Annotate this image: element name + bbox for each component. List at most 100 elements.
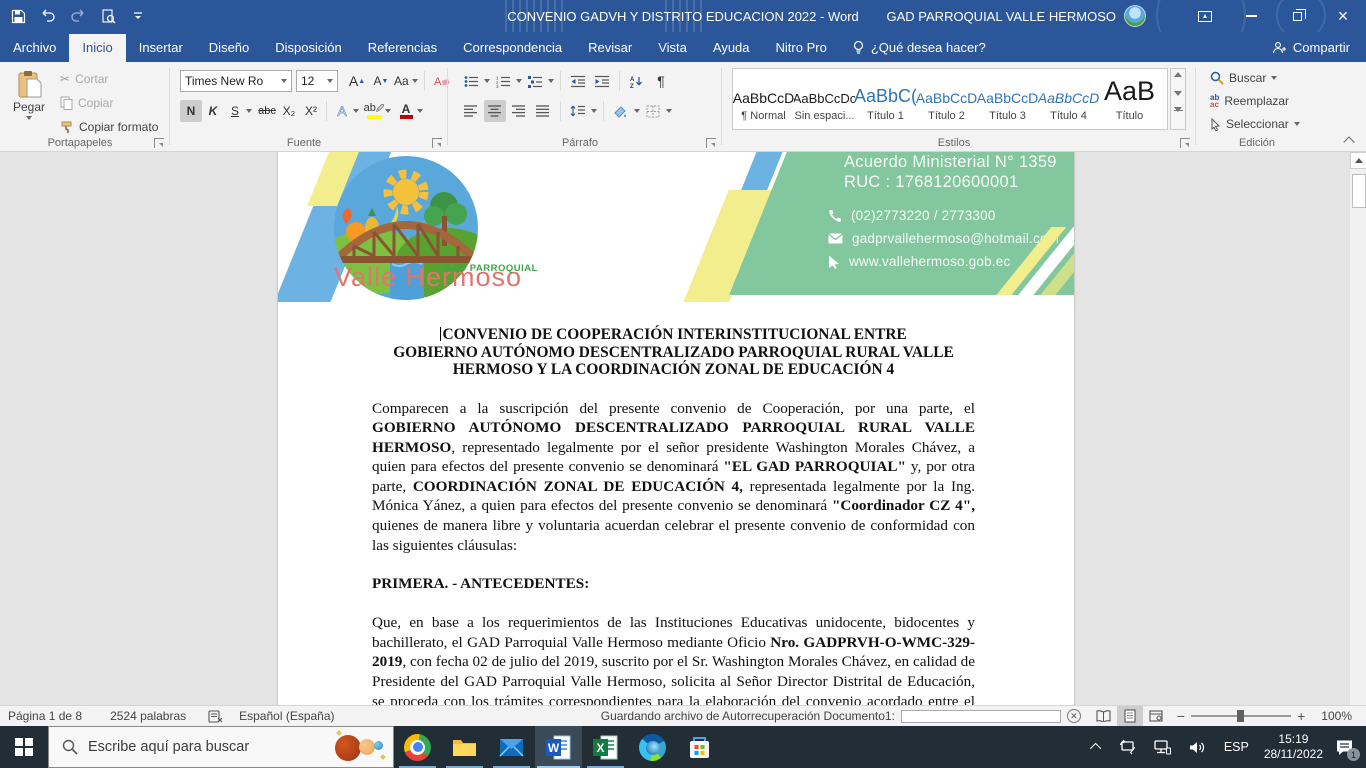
align-left-icon[interactable] [460,100,482,122]
style-titulo-1[interactable]: AaBbC( Título 1 [855,69,916,129]
print-layout-icon[interactable] [1117,706,1143,726]
line-spacing-options-icon[interactable] [591,109,597,113]
paste-button[interactable]: Pegar [8,68,50,134]
justify-icon[interactable] [532,100,554,122]
restore-icon[interactable] [1274,0,1320,32]
tab-insertar[interactable]: Insertar [126,34,196,62]
bullets-icon[interactable] [460,70,482,92]
taskbar-word[interactable]: W [535,726,582,768]
tab-ayuda[interactable]: Ayuda [700,34,763,62]
tab-disposicion[interactable]: Disposición [262,34,354,62]
tab-revisar[interactable]: Revisar [575,34,645,62]
page-indicator[interactable]: Página 1 de 8 [0,709,90,723]
font-name-combo[interactable]: Times New Ro [180,70,292,92]
style-titulo-2[interactable]: AaBbCcD Título 2 [916,69,977,129]
tray-network-icon[interactable] [1145,726,1180,768]
share-button[interactable]: Compartir [1256,34,1366,62]
clipboard-dialog-launcher-icon[interactable] [154,138,164,148]
borders-options-icon[interactable] [666,109,672,113]
collapse-ribbon-icon[interactable] [1344,135,1354,145]
underline-button[interactable]: S [224,100,246,122]
bullets-options-icon[interactable] [484,79,490,83]
font-color-button[interactable]: A [395,100,417,122]
shading-options-icon[interactable] [634,109,640,113]
scrollbar-thumb[interactable] [1352,174,1366,208]
bold-button[interactable]: N [180,100,202,122]
select-button[interactable]: Seleccionar [1206,115,1304,133]
line-spacing-icon[interactable] [567,100,589,122]
cut-button[interactable]: ✂ Cortar [56,70,162,88]
tray-chevron-icon[interactable] [1084,726,1110,768]
taskbar-chrome[interactable] [394,726,441,768]
format-painter-button[interactable]: Copiar formato [56,118,162,136]
tray-volume-icon[interactable] [1180,726,1215,768]
numbering-options-icon[interactable] [516,79,522,83]
italic-button[interactable]: K [202,100,224,122]
taskbar-search[interactable]: Escribe aquí para buscar [48,726,394,768]
zoom-out-icon[interactable]: − [1177,708,1185,724]
copy-button[interactable]: Copiar [56,94,162,112]
tab-diseno[interactable]: Diseño [196,34,262,62]
tray-clock[interactable]: 15:19 28/11/2022 [1258,732,1329,762]
style-titulo-4[interactable]: AaBbCcD Título 4 [1038,69,1099,129]
start-button[interactable] [0,726,48,768]
close-icon[interactable]: × [1320,0,1366,32]
taskbar-excel[interactable]: X [582,726,629,768]
style-sin-espaciado[interactable]: AaBbCcDc Sin espaci... [794,69,855,129]
taskbar-edge[interactable] [629,726,676,768]
style-normal[interactable]: AaBbCcD ¶ Normal [733,69,794,129]
grow-font-icon[interactable]: A▲ [346,70,368,92]
tell-me-box[interactable]: ¿Qué desea hacer? [840,34,998,62]
word-count[interactable]: 2524 palabras [102,709,194,723]
style-titulo[interactable]: AaB Título [1099,69,1160,129]
account-avatar[interactable] [1124,5,1146,27]
align-right-icon[interactable] [508,100,530,122]
gallery-scroll-up-icon[interactable] [1174,72,1182,77]
text-effects-options-icon[interactable] [353,109,359,113]
font-dialog-launcher-icon[interactable] [432,138,442,148]
document-page[interactable]: Valle Hermoso GAD PARROQUIAL Acuerdo Min… [278,152,1074,705]
gallery-scroll-down-icon[interactable] [1174,91,1182,96]
increase-indent-icon[interactable] [591,70,613,92]
taskbar-store[interactable] [676,726,723,768]
zoom-in-icon[interactable]: + [1297,708,1305,724]
change-case-icon[interactable]: Aa [394,70,418,92]
tab-correspondencia[interactable]: Correspondencia [450,34,575,62]
tab-referencias[interactable]: Referencias [355,34,450,62]
styles-dialog-launcher-icon[interactable] [1180,138,1190,148]
underline-options-icon[interactable] [246,109,252,113]
subscript-button[interactable]: X₂ [278,100,300,122]
shading-icon[interactable] [610,100,632,122]
gallery-more-icon[interactable] [1174,110,1183,126]
language-indicator[interactable]: Español (España) [231,709,342,723]
strikethrough-button[interactable]: abc [256,100,278,122]
zoom-level[interactable]: 100% [1313,709,1366,723]
multilevel-list-icon[interactable] [524,70,546,92]
decrease-indent-icon[interactable] [567,70,589,92]
tab-archivo[interactable]: Archivo [0,34,69,62]
highlight-options-icon[interactable] [385,109,391,113]
action-center[interactable]: 1 [1329,726,1366,768]
style-titulo-3[interactable]: AaBbCcD Título 3 [977,69,1038,129]
sort-icon[interactable]: AZ [626,70,648,92]
document-body[interactable]: CONVENIO DE COOPERACIÓN INTERINSTITUCION… [278,302,1074,705]
tray-language[interactable]: ESP [1215,726,1258,768]
numbering-icon[interactable]: 123 [492,70,514,92]
borders-icon[interactable] [642,100,664,122]
tab-nitro-pro[interactable]: Nitro Pro [763,34,840,62]
paragraph-dialog-launcher-icon[interactable] [706,138,716,148]
align-center-icon[interactable] [484,100,506,122]
zoom-slider[interactable]: − + [1177,708,1305,724]
multilevel-options-icon[interactable] [548,79,554,83]
vertical-scrollbar[interactable] [1349,152,1366,705]
show-paragraph-marks-icon[interactable]: ¶ [650,70,672,92]
scroll-up-icon[interactable] [1350,152,1366,169]
taskbar-mail[interactable] [488,726,535,768]
web-layout-icon[interactable] [1143,706,1169,726]
find-button[interactable]: Buscar [1206,69,1304,87]
tray-display-sync-icon[interactable] [1110,726,1145,768]
read-mode-icon[interactable] [1091,706,1117,726]
taskbar-file-explorer[interactable] [441,726,488,768]
replace-button[interactable]: ab ac Reemplazar [1206,92,1304,110]
tab-inicio[interactable]: Inicio [69,34,125,62]
